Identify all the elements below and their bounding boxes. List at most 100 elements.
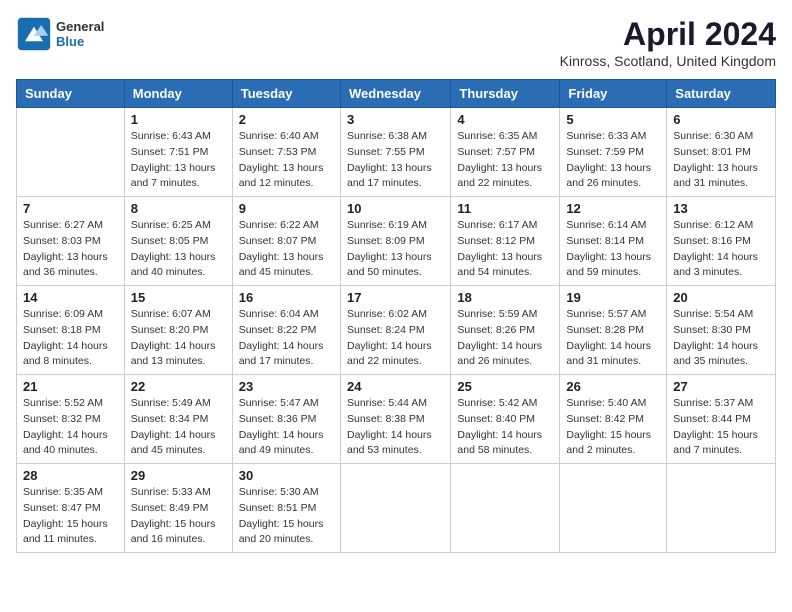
day-info: Sunrise: 5:40 AMSunset: 8:42 PMDaylight:… xyxy=(566,396,660,459)
calendar-cell xyxy=(667,464,776,553)
calendar-cell: 10 Sunrise: 6:19 AMSunset: 8:09 PMDayligh… xyxy=(340,197,450,286)
day-info: Sunrise: 5:35 AMSunset: 8:47 PMDaylight:… xyxy=(23,485,118,548)
calendar-week-3: 14Sunrise: 6:09 AMSunset: 8:18 PMDayligh… xyxy=(17,286,776,375)
calendar-cell: 20 Sunrise: 5:54 AMSunset: 8:30 PMDayligh… xyxy=(667,286,776,375)
title-block: April 2024 Kinross, Scotland, United Kin… xyxy=(560,16,776,69)
day-info: Sunrise: 6:27 AMSunset: 8:03 PMDaylight:… xyxy=(23,218,118,281)
day-number: 7 xyxy=(23,201,118,216)
weekday-header-tuesday: Tuesday xyxy=(232,80,340,108)
calendar-cell: 8 Sunrise: 6:25 AMSunset: 8:05 PMDaylight… xyxy=(124,197,232,286)
calendar-cell: 18 Sunrise: 5:59 AMSunset: 8:26 PMDayligh… xyxy=(451,286,560,375)
calendar-cell: 9Sunrise: 6:22 AMSunset: 8:07 PMDaylight… xyxy=(232,197,340,286)
day-info: Sunrise: 6:25 AMSunset: 8:05 PMDaylight:… xyxy=(131,218,226,281)
day-info: Sunrise: 5:33 AMSunset: 8:49 PMDaylight:… xyxy=(131,485,226,548)
logo-icon xyxy=(16,16,52,52)
day-info: Sunrise: 5:54 AMSunset: 8:30 PMDaylight:… xyxy=(673,307,769,370)
logo-text: General Blue xyxy=(56,19,104,49)
day-info: Sunrise: 5:52 AMSunset: 8:32 PMDaylight:… xyxy=(23,396,118,459)
calendar-cell: 14Sunrise: 6:09 AMSunset: 8:18 PMDayligh… xyxy=(17,286,125,375)
calendar-cell: 23Sunrise: 5:47 AMSunset: 8:36 PMDayligh… xyxy=(232,375,340,464)
calendar-cell: 1 Sunrise: 6:43 AMSunset: 7:51 PMDaylight… xyxy=(124,108,232,197)
day-info: Sunrise: 5:42 AMSunset: 8:40 PMDaylight:… xyxy=(457,396,553,459)
day-info: Sunrise: 5:47 AMSunset: 8:36 PMDaylight:… xyxy=(239,396,334,459)
weekday-header-thursday: Thursday xyxy=(451,80,560,108)
calendar-cell: 17 Sunrise: 6:02 AMSunset: 8:24 PMDayligh… xyxy=(340,286,450,375)
day-number: 30 xyxy=(239,468,334,483)
day-number: 18 xyxy=(457,290,553,305)
calendar-cell: 5 Sunrise: 6:33 AMSunset: 7:59 PMDaylight… xyxy=(560,108,667,197)
day-info: Sunrise: 6:43 AMSunset: 7:51 PMDaylight:… xyxy=(131,129,226,192)
day-number: 20 xyxy=(673,290,769,305)
calendar-cell: 15Sunrise: 6:07 AMSunset: 8:20 PMDayligh… xyxy=(124,286,232,375)
day-info: Sunrise: 6:19 AMSunset: 8:09 PMDaylight:… xyxy=(347,218,444,281)
calendar-cell: 25Sunrise: 5:42 AMSunset: 8:40 PMDayligh… xyxy=(451,375,560,464)
logo: General Blue xyxy=(16,16,104,52)
day-info: Sunrise: 6:33 AMSunset: 7:59 PMDaylight:… xyxy=(566,129,660,192)
day-number: 14 xyxy=(23,290,118,305)
calendar-cell: 19 Sunrise: 5:57 AMSunset: 8:28 PMDayligh… xyxy=(560,286,667,375)
weekday-header-sunday: Sunday xyxy=(17,80,125,108)
day-info: Sunrise: 5:59 AMSunset: 8:26 PMDaylight:… xyxy=(457,307,553,370)
calendar-cell: 26 Sunrise: 5:40 AMSunset: 8:42 PMDayligh… xyxy=(560,375,667,464)
day-info: Sunrise: 6:12 AMSunset: 8:16 PMDaylight:… xyxy=(673,218,769,281)
day-info: Sunrise: 6:02 AMSunset: 8:24 PMDaylight:… xyxy=(347,307,444,370)
calendar-cell: 21 Sunrise: 5:52 AMSunset: 8:32 PMDayligh… xyxy=(17,375,125,464)
calendar-cell: 16Sunrise: 6:04 AMSunset: 8:22 PMDayligh… xyxy=(232,286,340,375)
calendar-week-4: 21 Sunrise: 5:52 AMSunset: 8:32 PMDayligh… xyxy=(17,375,776,464)
calendar-cell: 27 Sunrise: 5:37 AMSunset: 8:44 PMDayligh… xyxy=(667,375,776,464)
logo-blue-label: Blue xyxy=(56,34,104,49)
day-info: Sunrise: 6:17 AMSunset: 8:12 PMDaylight:… xyxy=(457,218,553,281)
day-number: 24 xyxy=(347,379,444,394)
calendar-cell xyxy=(17,108,125,197)
weekday-header-monday: Monday xyxy=(124,80,232,108)
calendar-cell: 7 Sunrise: 6:27 AMSunset: 8:03 PMDaylight… xyxy=(17,197,125,286)
day-info: Sunrise: 6:14 AMSunset: 8:14 PMDaylight:… xyxy=(566,218,660,281)
calendar-cell: 30 Sunrise: 5:30 AMSunset: 8:51 PMDayligh… xyxy=(232,464,340,553)
calendar-cell: 3Sunrise: 6:38 AMSunset: 7:55 PMDaylight… xyxy=(340,108,450,197)
day-number: 29 xyxy=(131,468,226,483)
logo-general-label: General xyxy=(56,19,104,34)
day-number: 8 xyxy=(131,201,226,216)
day-number: 26 xyxy=(566,379,660,394)
weekday-header-friday: Friday xyxy=(560,80,667,108)
calendar-cell: 13Sunrise: 6:12 AMSunset: 8:16 PMDayligh… xyxy=(667,197,776,286)
calendar-cell: 11Sunrise: 6:17 AMSunset: 8:12 PMDayligh… xyxy=(451,197,560,286)
day-number: 27 xyxy=(673,379,769,394)
day-number: 1 xyxy=(131,112,226,127)
day-info: Sunrise: 6:40 AMSunset: 7:53 PMDaylight:… xyxy=(239,129,334,192)
day-number: 6 xyxy=(673,112,769,127)
day-number: 10 xyxy=(347,201,444,216)
day-info: Sunrise: 5:49 AMSunset: 8:34 PMDaylight:… xyxy=(131,396,226,459)
day-info: Sunrise: 5:57 AMSunset: 8:28 PMDaylight:… xyxy=(566,307,660,370)
day-number: 16 xyxy=(239,290,334,305)
calendar-cell: 29 Sunrise: 5:33 AMSunset: 8:49 PMDayligh… xyxy=(124,464,232,553)
calendar-cell xyxy=(560,464,667,553)
calendar-cell: 4Sunrise: 6:35 AMSunset: 7:57 PMDaylight… xyxy=(451,108,560,197)
day-number: 19 xyxy=(566,290,660,305)
day-info: Sunrise: 5:37 AMSunset: 8:44 PMDaylight:… xyxy=(673,396,769,459)
day-number: 21 xyxy=(23,379,118,394)
month-title: April 2024 xyxy=(560,16,776,53)
day-number: 5 xyxy=(566,112,660,127)
day-info: Sunrise: 6:30 AMSunset: 8:01 PMDaylight:… xyxy=(673,129,769,192)
day-info: Sunrise: 6:38 AMSunset: 7:55 PMDaylight:… xyxy=(347,129,444,192)
day-info: Sunrise: 6:22 AMSunset: 8:07 PMDaylight:… xyxy=(239,218,334,281)
day-number: 28 xyxy=(23,468,118,483)
calendar-week-5: 28 Sunrise: 5:35 AMSunset: 8:47 PMDayligh… xyxy=(17,464,776,553)
page-header: General Blue April 2024 Kinross, Scotlan… xyxy=(16,16,776,69)
day-info: Sunrise: 6:07 AMSunset: 8:20 PMDaylight:… xyxy=(131,307,226,370)
calendar-cell xyxy=(451,464,560,553)
calendar-table: SundayMondayTuesdayWednesdayThursdayFrid… xyxy=(16,79,776,553)
day-number: 2 xyxy=(239,112,334,127)
calendar-cell: 6 Sunrise: 6:30 AMSunset: 8:01 PMDaylight… xyxy=(667,108,776,197)
calendar-cell: 12Sunrise: 6:14 AMSunset: 8:14 PMDayligh… xyxy=(560,197,667,286)
calendar-cell: 28 Sunrise: 5:35 AMSunset: 8:47 PMDayligh… xyxy=(17,464,125,553)
calendar-cell: 24Sunrise: 5:44 AMSunset: 8:38 PMDayligh… xyxy=(340,375,450,464)
day-number: 4 xyxy=(457,112,553,127)
weekday-header-saturday: Saturday xyxy=(667,80,776,108)
calendar-header-row: SundayMondayTuesdayWednesdayThursdayFrid… xyxy=(17,80,776,108)
day-info: Sunrise: 5:30 AMSunset: 8:51 PMDaylight:… xyxy=(239,485,334,548)
day-number: 17 xyxy=(347,290,444,305)
day-number: 22 xyxy=(131,379,226,394)
calendar-cell: 2 Sunrise: 6:40 AMSunset: 7:53 PMDaylight… xyxy=(232,108,340,197)
